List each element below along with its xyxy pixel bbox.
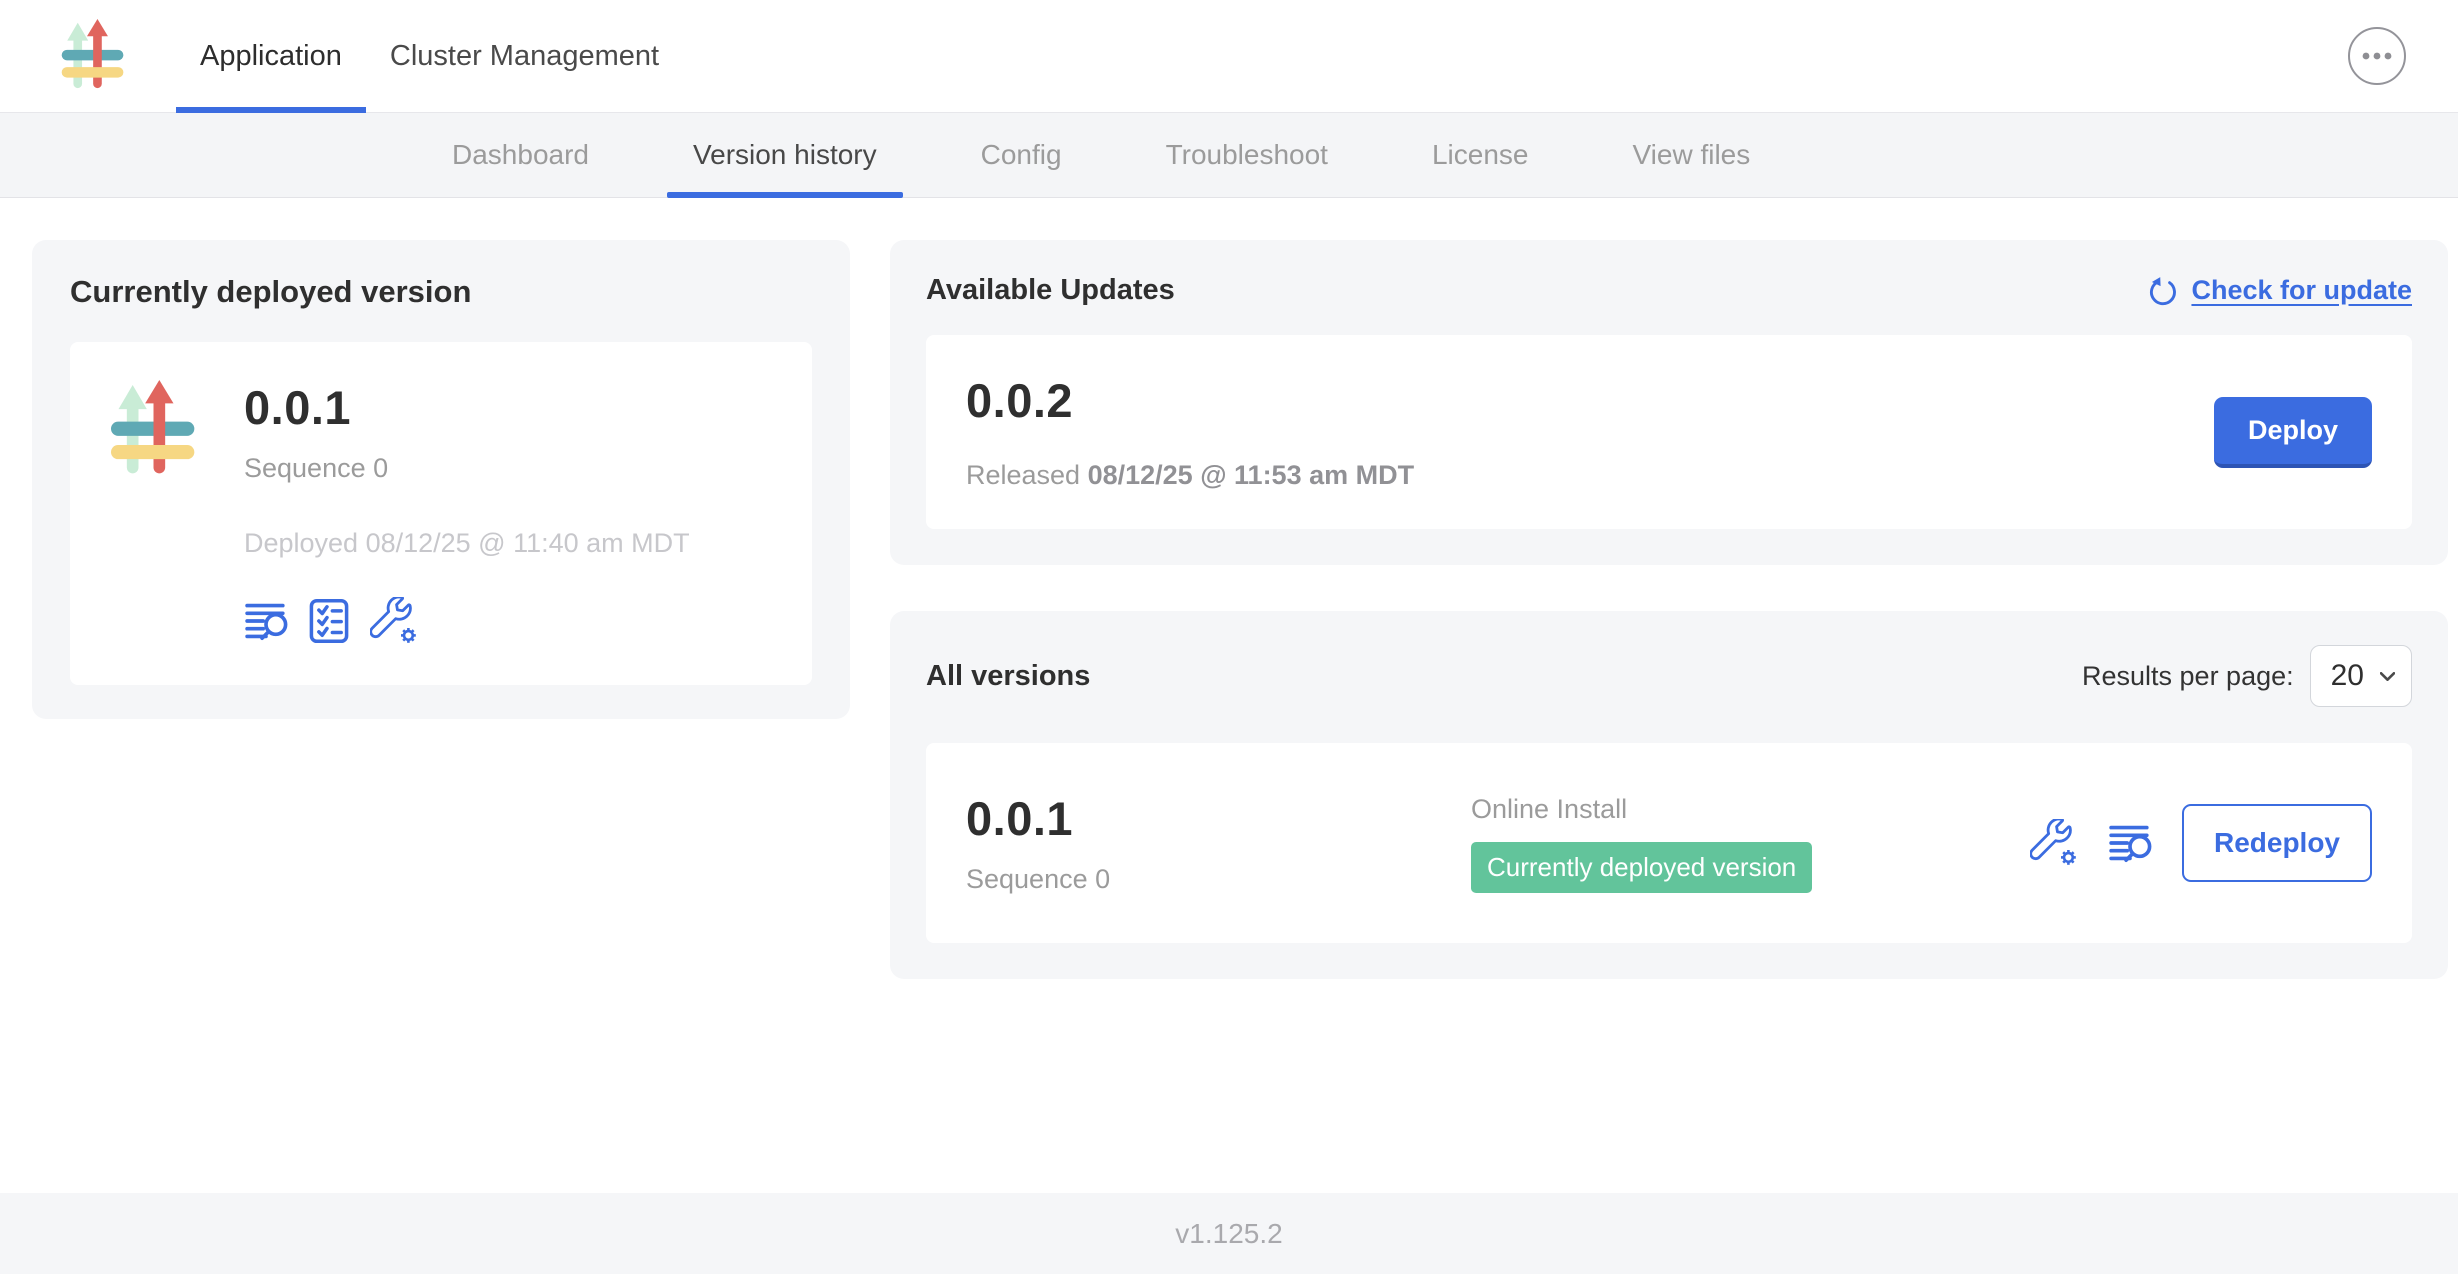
diff-icon[interactable]: [244, 600, 288, 642]
tab-application[interactable]: Application: [176, 0, 366, 112]
config-icon[interactable]: [370, 597, 418, 645]
right-column: Available Updates Check for update 0.0.2…: [890, 240, 2448, 1192]
deployed-version-number: 0.0.1: [244, 380, 690, 435]
deployed-version-actions: [244, 597, 690, 645]
results-per-page-select[interactable]: 20: [2310, 645, 2412, 707]
row-actions: Redeploy: [2030, 804, 2372, 882]
footer: v1.125.2: [0, 1193, 2458, 1274]
app-tabs: Application Cluster Management: [176, 0, 683, 112]
tab-cluster-management-label: Cluster Management: [390, 40, 659, 73]
tab-application-label: Application: [200, 40, 342, 73]
all-versions-title: All versions: [926, 660, 1090, 693]
tab-license-label: License: [1432, 139, 1529, 171]
tab-version-history[interactable]: Version history: [693, 113, 877, 197]
results-per-page-value: 20: [2331, 659, 2364, 693]
results-per-page-label: Results per page:: [2082, 661, 2294, 692]
tab-view-files-label: View files: [1632, 139, 1750, 171]
app-subnav: Dashboard Version history Config Trouble…: [0, 113, 2458, 198]
row-install-type: Online Install: [1471, 794, 2030, 825]
available-updates-title: Available Updates: [926, 274, 1175, 307]
app-logo: [58, 17, 132, 95]
row-sequence-label: Sequence 0: [966, 864, 1471, 895]
app-logo: [106, 380, 206, 480]
currently-deployed-panel: Currently deployed version 0.0.1 Sequenc…: [32, 240, 850, 719]
console-version: v1.125.2: [1175, 1218, 1282, 1250]
update-version-number: 0.0.2: [966, 373, 2214, 428]
released-prefix: Released: [966, 460, 1080, 490]
currently-deployed-badge: Currently deployed version: [1471, 842, 1812, 893]
top-bar: Application Cluster Management: [0, 0, 2458, 113]
tab-dashboard-label: Dashboard: [452, 139, 589, 171]
refresh-icon: [2148, 276, 2178, 306]
preflight-checks-icon[interactable]: [308, 598, 350, 644]
tab-view-files[interactable]: View files: [1632, 113, 1750, 197]
check-for-update-link[interactable]: Check for update: [2148, 275, 2412, 306]
currently-deployed-card: 0.0.1 Sequence 0 Deployed 08/12/25 @ 11:…: [70, 342, 812, 685]
redeploy-button[interactable]: Redeploy: [2182, 804, 2372, 882]
available-updates-panel: Available Updates Check for update 0.0.2…: [890, 240, 2448, 565]
update-released-line: Released 08/12/25 @ 11:53 am MDT: [966, 460, 2214, 491]
row-version-number: 0.0.1: [966, 791, 1471, 846]
deployed-timestamp: Deployed 08/12/25 @ 11:40 am MDT: [244, 528, 690, 559]
results-per-page: Results per page: 20: [2082, 645, 2412, 707]
tab-cluster-management[interactable]: Cluster Management: [366, 0, 683, 112]
deploy-button[interactable]: Deploy: [2214, 397, 2372, 468]
released-timestamp: 08/12/25 @ 11:53 am MDT: [1088, 460, 1415, 490]
tab-config-label: Config: [981, 139, 1062, 171]
tab-troubleshoot[interactable]: Troubleshoot: [1166, 113, 1328, 197]
currently-deployed-title: Currently deployed version: [70, 274, 812, 310]
ellipsis-icon: [2362, 52, 2392, 60]
more-menu-button[interactable]: [2348, 27, 2406, 85]
tab-version-history-label: Version history: [693, 139, 877, 171]
config-icon[interactable]: [2030, 819, 2078, 867]
tab-config[interactable]: Config: [981, 113, 1062, 197]
tab-troubleshoot-label: Troubleshoot: [1166, 139, 1328, 171]
check-for-update-label: Check for update: [2191, 275, 2412, 306]
all-versions-panel: All versions Results per page: 20 0.0.1 …: [890, 611, 2448, 979]
version-row: 0.0.1 Sequence 0 Online Install Currentl…: [926, 743, 2412, 943]
available-update-card: 0.0.2 Released 08/12/25 @ 11:53 am MDT D…: [926, 335, 2412, 529]
tab-dashboard[interactable]: Dashboard: [452, 113, 589, 197]
chevron-down-icon: [2380, 672, 2395, 681]
tab-license[interactable]: License: [1432, 113, 1529, 197]
diff-icon[interactable]: [2108, 822, 2152, 864]
deployed-sequence-label: Sequence 0: [244, 453, 690, 484]
main-content: Currently deployed version 0.0.1 Sequenc…: [0, 198, 2458, 1192]
